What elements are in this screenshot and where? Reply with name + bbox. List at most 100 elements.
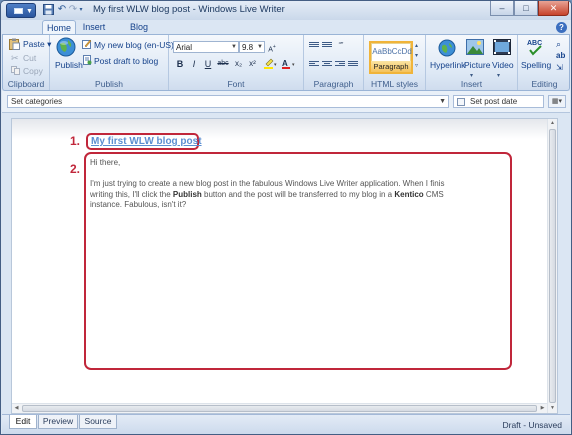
editing-group: ABC Spelling ⌕ ab ⇲ Editing xyxy=(518,35,571,90)
grow-font-button[interactable]: A+ xyxy=(267,41,277,53)
font-family-value: Arial xyxy=(176,43,193,52)
tab-insert[interactable]: Insert xyxy=(78,20,110,34)
categories-select[interactable]: Set categories ▼ xyxy=(7,95,449,108)
clipboard-group: Paste ▾ ✂ Cut Copy Clipboard xyxy=(3,35,51,90)
copy-icon xyxy=(11,66,20,77)
select-all-icon[interactable]: ⇲ xyxy=(556,63,563,72)
post-body[interactable]: Hi there, I'm just trying to create a ne… xyxy=(90,158,460,211)
customize-quick-access-icon[interactable]: ▾ xyxy=(77,4,85,16)
style-gallery[interactable]: AaBbCcDd Paragraph xyxy=(369,41,413,74)
hyperlink-button[interactable]: Hyperlink xyxy=(430,60,465,70)
scroll-up-icon[interactable]: ▲ xyxy=(548,119,557,128)
font-size-select[interactable]: 9.8 ▼ xyxy=(239,41,265,53)
paragraph-group-label: Paragraph xyxy=(313,79,354,89)
italic-button[interactable]: I xyxy=(188,58,200,70)
chevron-down-icon: ▼ xyxy=(26,8,33,15)
title-bar: ▼ ↶ ↷ ▾ My first WLW blog post - Windows… xyxy=(1,1,571,20)
picture-icon xyxy=(466,39,484,57)
cut-button[interactable]: Cut xyxy=(23,53,36,63)
calendar-button[interactable]: ▦▾ xyxy=(548,95,566,108)
insert-group-label: Insert xyxy=(460,79,483,89)
post-draft-button[interactable]: Post draft to blog xyxy=(94,56,158,66)
save-icon[interactable] xyxy=(42,4,54,16)
cut-icon: ✂ xyxy=(11,53,19,63)
highlighter-icon: ▾ xyxy=(264,58,277,69)
help-icon[interactable]: ? xyxy=(556,22,567,33)
post-date-label: Set post date xyxy=(470,97,518,106)
post-date-checkbox[interactable] xyxy=(457,98,465,106)
tab-home[interactable]: Home xyxy=(42,20,76,34)
superscript-button[interactable]: x² xyxy=(246,58,259,70)
svg-text:▾: ▾ xyxy=(292,62,295,68)
post-bold-publish: Publish xyxy=(172,189,202,199)
font-color-icon: A ▾ xyxy=(282,59,295,69)
application-window: ▼ ↶ ↷ ▾ My first WLW blog post - Windows… xyxy=(0,0,572,435)
scroll-left-icon[interactable]: ◀ xyxy=(12,404,21,413)
font-group: Arial ▼ 9.8 ▼ A+ B I U abc x₂ x² ▾ A ▾ Font xyxy=(169,35,304,90)
maximize-button[interactable]: □ xyxy=(514,1,538,16)
categories-placeholder: Set categories xyxy=(11,97,63,106)
highlight-button[interactable]: ▾ xyxy=(262,58,278,70)
marker-1: 1. xyxy=(70,134,81,148)
find-icon[interactable]: ⌕ xyxy=(556,39,561,50)
vertical-scroll-thumb[interactable] xyxy=(549,129,556,403)
clipboard-group-label: Clipboard xyxy=(7,79,45,89)
paragraph-group: “” Paragraph xyxy=(304,35,364,90)
font-color-button[interactable]: A ▾ xyxy=(280,58,296,70)
post-bold-kentico: Kentico xyxy=(394,189,424,199)
underline-button[interactable]: U xyxy=(202,58,214,70)
publish-group: Publish My new blog (en-US) ▾ Post draft… xyxy=(50,35,180,90)
bullets-icon[interactable] xyxy=(309,41,319,49)
video-button[interactable]: Video xyxy=(492,60,514,70)
paste-button[interactable]: Paste ▾ xyxy=(23,39,51,50)
gallery-scroll-icon[interactable]: ▴ ▾ ▿ xyxy=(415,41,418,71)
blockquote-icon[interactable]: “” xyxy=(335,40,347,52)
strikethrough-button[interactable]: abc xyxy=(215,58,231,70)
post-paragraph: I'm just trying to create a new blog pos… xyxy=(90,179,460,211)
font-size-value: 9.8 xyxy=(242,43,254,52)
post-date-field[interactable]: Set post date xyxy=(453,95,544,108)
align-right-icon[interactable] xyxy=(335,60,345,68)
horizontal-scrollbar[interactable]: ◀ ▶ xyxy=(12,403,547,413)
copy-button[interactable]: Copy xyxy=(23,66,43,76)
status-text: Draft - Unsaved xyxy=(502,420,562,430)
tab-preview[interactable]: Preview xyxy=(38,415,78,429)
blog-account-icon xyxy=(82,39,92,51)
numbering-icon[interactable] xyxy=(322,41,332,49)
font-group-label: Font xyxy=(227,79,245,89)
chevron-down-icon: ▼ xyxy=(257,44,263,50)
font-family-select[interactable]: Arial ▼ xyxy=(173,41,239,53)
post-title[interactable]: My first WLW blog post xyxy=(91,136,202,147)
chevron-down-icon: ▼ xyxy=(439,98,446,105)
html-styles-group: AaBbCcDd Paragraph ▴ ▾ ▿ HTML styles xyxy=(364,35,426,90)
paste-label: Paste xyxy=(23,39,45,49)
picture-button[interactable]: Picture xyxy=(464,60,490,70)
editor-area[interactable]: 1. My first WLW blog post 2. Hi there, I… xyxy=(11,118,558,414)
blog-selector[interactable]: My new blog (en-US) ▾ xyxy=(94,40,180,51)
align-left-icon[interactable] xyxy=(309,60,319,68)
scroll-down-icon[interactable]: ▼ xyxy=(548,404,557,413)
chevron-down-icon: ▼ xyxy=(231,44,237,50)
bold-button[interactable]: B xyxy=(174,58,186,70)
spelling-button[interactable]: Spelling xyxy=(521,60,551,70)
subscript-button[interactable]: x₂ xyxy=(232,58,245,70)
insert-group: Hyperlink Picture ▾ Video ▾ Insert xyxy=(426,35,518,90)
spelling-icon: ABC xyxy=(527,38,543,58)
chevron-down-icon: ▾ xyxy=(470,73,474,79)
horizontal-scroll-thumb[interactable] xyxy=(22,405,537,412)
justify-icon[interactable] xyxy=(348,60,358,68)
publish-group-label: Publish xyxy=(95,79,123,89)
tab-blog-account[interactable]: Blog Account xyxy=(113,20,165,46)
scroll-right-icon[interactable]: ▶ xyxy=(538,404,547,413)
chevron-down-icon: ▾ xyxy=(497,73,501,79)
vertical-scrollbar[interactable]: ▲ ▼ xyxy=(547,119,557,413)
publish-button[interactable]: Publish xyxy=(55,60,83,70)
tab-edit[interactable]: Edit xyxy=(9,415,37,429)
application-menu-button[interactable]: ▼ xyxy=(6,3,36,18)
minimize-button[interactable]: – xyxy=(490,1,514,16)
tab-source[interactable]: Source xyxy=(79,415,117,429)
align-center-icon[interactable] xyxy=(322,60,332,68)
close-button[interactable]: ✕ xyxy=(538,1,569,16)
replace-icon[interactable]: ab xyxy=(556,51,565,60)
svg-text:▾: ▾ xyxy=(274,62,277,68)
